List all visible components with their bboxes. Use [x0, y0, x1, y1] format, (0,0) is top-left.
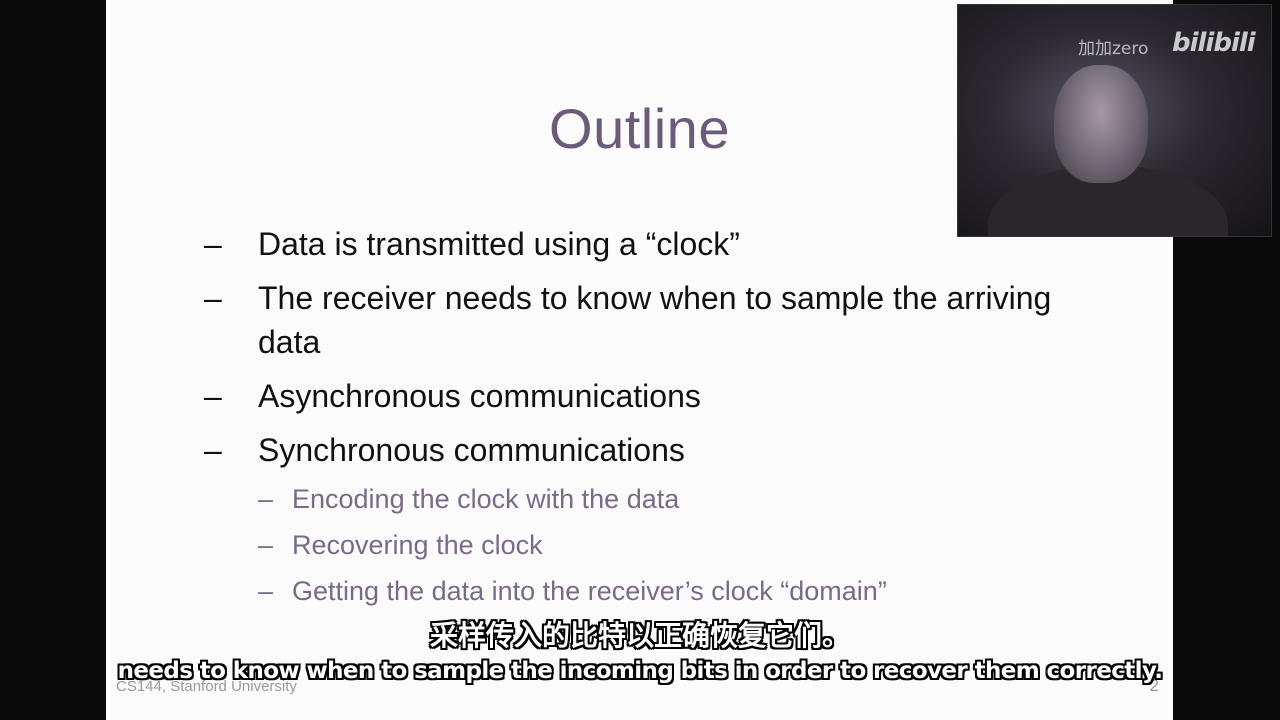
bullet-list: – Data is transmitted using a “clock” – … — [204, 222, 1104, 624]
sub-bullet-item: – Encoding the clock with the data — [258, 476, 1104, 522]
bilibili-logo: bilibili — [1172, 28, 1256, 58]
bullet-text: Data is transmitted using a “clock” — [258, 226, 740, 262]
bullet-item: – Synchronous communications – Encoding … — [204, 428, 1104, 614]
sub-bullet-text: Getting the data into the receiver’s clo… — [292, 576, 887, 606]
bullet-dash: – — [204, 280, 222, 316]
bullet-text: Asynchronous communications — [258, 378, 701, 414]
sub-bullet-list: – Encoding the clock with the data – Rec… — [258, 476, 1104, 614]
sub-bullet-text: Recovering the clock — [292, 530, 543, 560]
sub-bullet-item: – Recovering the clock — [258, 522, 1104, 568]
sub-bullet-dash: – — [258, 576, 274, 606]
sub-bullet-dash: – — [258, 530, 274, 560]
uploader-watermark: 加加zero — [1078, 39, 1149, 59]
presenter-head — [1054, 65, 1148, 183]
subtitle-english: needs to know when to sample the incomin… — [117, 658, 1163, 684]
sub-bullet-text: Encoding the clock with the data — [292, 484, 680, 514]
bullet-item: – Asynchronous communications — [204, 374, 1104, 418]
bullet-dash: – — [204, 378, 222, 414]
bullet-text: Synchronous communications — [258, 432, 685, 468]
subtitle-chinese: 采样传入的比特以正确恢复它们。 — [429, 619, 850, 652]
video-frame: Outline – Data is transmitted using a “c… — [0, 0, 1280, 720]
bullet-item: – The receiver needs to know when to sam… — [204, 276, 1104, 364]
sub-bullet-item: – Getting the data into the receiver’s c… — [258, 568, 1104, 614]
bullet-text: The receiver needs to know when to sampl… — [258, 280, 1052, 360]
sub-bullet-dash: – — [258, 484, 274, 514]
bullet-dash: – — [204, 432, 222, 468]
bullet-dash: – — [204, 226, 222, 262]
